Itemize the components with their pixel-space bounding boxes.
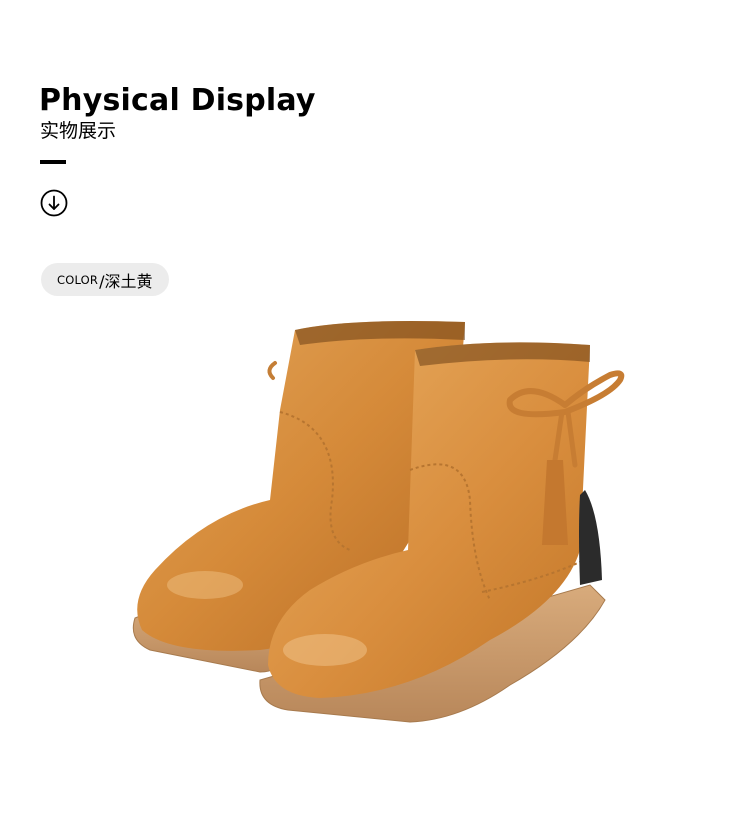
color-label: COLOR bbox=[57, 272, 99, 287]
product-image bbox=[132, 321, 625, 723]
arrow-down-circle-icon[interactable] bbox=[40, 189, 68, 217]
title-divider bbox=[40, 160, 66, 164]
color-badge: COLOR /深土黄 bbox=[41, 263, 169, 296]
section-title: Physical Display bbox=[39, 83, 316, 118]
section-subtitle: 实物展示 bbox=[40, 120, 117, 142]
color-value: /深土黄 bbox=[99, 271, 153, 291]
